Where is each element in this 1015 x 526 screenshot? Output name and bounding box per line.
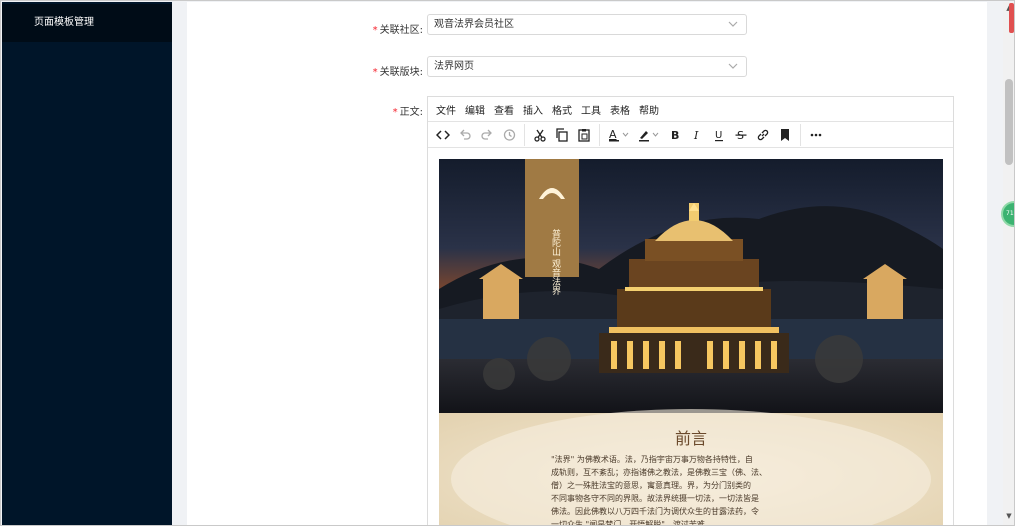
paragraph-line: "法界" 为佛教术语。法，乃指宇宙万事万物各持特性，自 (551, 455, 753, 464)
text-color-icon[interactable]: A (604, 124, 634, 146)
more-icon[interactable] (805, 124, 827, 146)
main-form-panel: * 关联社区: 观音法界会员社区 * 关联版块: 法界网页 * 正文: 文件 编辑 查… (187, 2, 987, 526)
toolbar-divider (599, 123, 600, 146)
cut-icon[interactable] (529, 124, 551, 146)
menu-file[interactable]: 文件 (436, 102, 456, 117)
paragraph-line: 不同事物各守不同的界限。故法界统摄一切法，一切法皆是 (551, 494, 759, 503)
highlight-color-icon[interactable] (634, 124, 664, 146)
vertical-scrollbar[interactable]: ▲ ▼ (1003, 2, 1014, 525)
italic-icon[interactable]: I (686, 124, 708, 146)
sidebar: 页面模板管理 (2, 2, 172, 525)
menu-edit[interactable]: 编辑 (465, 102, 485, 117)
menu-insert[interactable]: 插入 (523, 102, 543, 117)
community-select[interactable]: 观音法界会员社区 (427, 14, 747, 35)
bold-icon[interactable]: B (664, 124, 686, 146)
svg-text:U: U (715, 130, 722, 141)
chevron-down-icon (728, 63, 738, 69)
paste-icon[interactable] (573, 124, 595, 146)
menu-tools[interactable]: 工具 (581, 102, 601, 117)
sidebar-item-page-template-management[interactable]: 页面模板管理 (2, 4, 172, 42)
svg-text:B: B (671, 129, 679, 142)
undo-icon[interactable] (454, 124, 476, 146)
chevron-down-icon (728, 21, 738, 27)
content-heading: 前言 (674, 429, 707, 448)
block-select-value: 法界网页 (434, 61, 474, 72)
toolbar-divider (524, 123, 525, 146)
svg-text:A: A (609, 128, 617, 141)
menu-view[interactable]: 查看 (494, 102, 514, 117)
block-select[interactable]: 法界网页 (427, 56, 747, 77)
svg-text:I: I (693, 129, 699, 142)
app-window: 页面模板管理 * 关联社区: 观音法界会员社区 * 关联版块: 法界网页 * 正文: … (0, 0, 1015, 526)
rich-text-editor: 文件 编辑 查看 插入 格式 工具 表格 帮助 A B I U 普陀山 观音法界… (427, 96, 954, 526)
scroll-marker (1009, 3, 1014, 33)
copy-icon[interactable] (551, 124, 573, 146)
community-label: * 关联社区: (372, 25, 423, 36)
toolbar-divider (800, 123, 801, 146)
editor-menubar: 文件 编辑 查看 插入 格式 工具 表格 帮助 (428, 97, 953, 122)
source-code-icon[interactable] (432, 124, 454, 146)
menu-table[interactable]: 表格 (610, 102, 630, 117)
paragraph-line: 佛法。因此佛教以八万四千法门为调伏众生的甘露法药，令 (551, 507, 759, 516)
paragraph-line: 成轨则，互不紊乱；亦指诸佛之教法，是佛教三宝（佛、法、 (551, 468, 767, 477)
underline-icon[interactable]: U (708, 124, 730, 146)
menu-format[interactable]: 格式 (552, 102, 572, 117)
scrollbar-thumb[interactable] (1005, 79, 1013, 165)
paragraph-line: 僧）之一殊胜法宝的意思，寓意真理。界，为分门别类的 (551, 481, 751, 490)
scroll-down-arrow-icon[interactable]: ▼ (1005, 512, 1013, 522)
body-label: * 正文: (392, 107, 423, 118)
editor-toolbar: A B I U S (428, 122, 953, 148)
history-icon[interactable] (498, 124, 520, 146)
bookmark-icon[interactable] (774, 124, 796, 146)
link-icon[interactable] (752, 124, 774, 146)
block-label: * 关联版块: (372, 67, 423, 78)
community-select-value: 观音法界会员社区 (434, 19, 514, 30)
menu-help[interactable]: 帮助 (639, 102, 659, 117)
paragraph-line: 一切众生 "闻是梵门，开悟解脱"，渡过苦难 (551, 520, 705, 526)
logo-vertical-text: 普陀山 观音法界 (550, 228, 561, 296)
redo-icon[interactable] (476, 124, 498, 146)
strikethrough-icon[interactable]: S (730, 124, 752, 146)
editor-content[interactable]: 普陀山 观音法界 前言 "法界" 为佛教术语。法，乃指宇宙万事万物各持特性，自 … (439, 159, 943, 526)
content-paragraph: "法界" 为佛教术语。法，乃指宇宙万事万物各持特性，自 成轨则，互不紊乱；亦指诸… (551, 453, 841, 526)
